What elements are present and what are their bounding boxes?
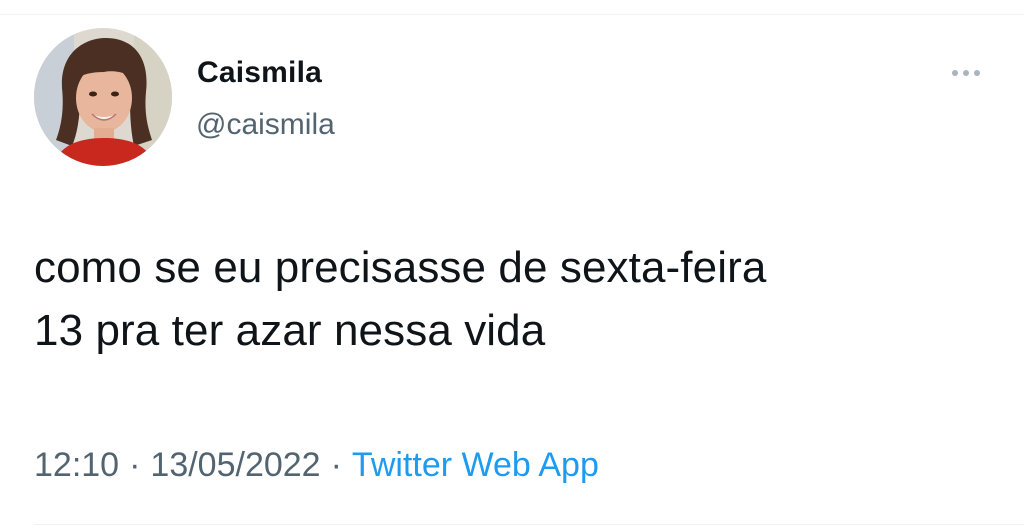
more-horizontal-icon-dot [974,70,980,76]
tweet-metadata: 12:10 · 13/05/2022 · Twitter Web App [34,446,599,485]
tweet-text-line: como se eu precisasse de sexta-feira [34,243,767,292]
avatar[interactable] [34,28,172,166]
more-options-button[interactable] [940,60,992,86]
bottom-divider [34,524,1024,525]
more-horizontal-icon [952,70,958,76]
top-divider [0,14,1024,15]
tweet-time[interactable]: 12:10 [34,446,119,484]
tweet-source-link[interactable]: Twitter Web App [352,446,599,484]
tweet-text-line: 13 pra ter azar nessa vida [34,306,546,355]
avatar-photo-icon [34,28,172,166]
user-handle[interactable]: @caismila [196,108,335,142]
separator: · [330,446,342,484]
tweet-date[interactable]: 13/05/2022 [150,446,320,484]
display-name[interactable]: Caismila [197,56,322,90]
tweet-text: como se eu precisasse de sexta-feira 13 … [34,236,994,362]
more-horizontal-icon-dot [963,70,969,76]
separator: · [129,446,141,484]
